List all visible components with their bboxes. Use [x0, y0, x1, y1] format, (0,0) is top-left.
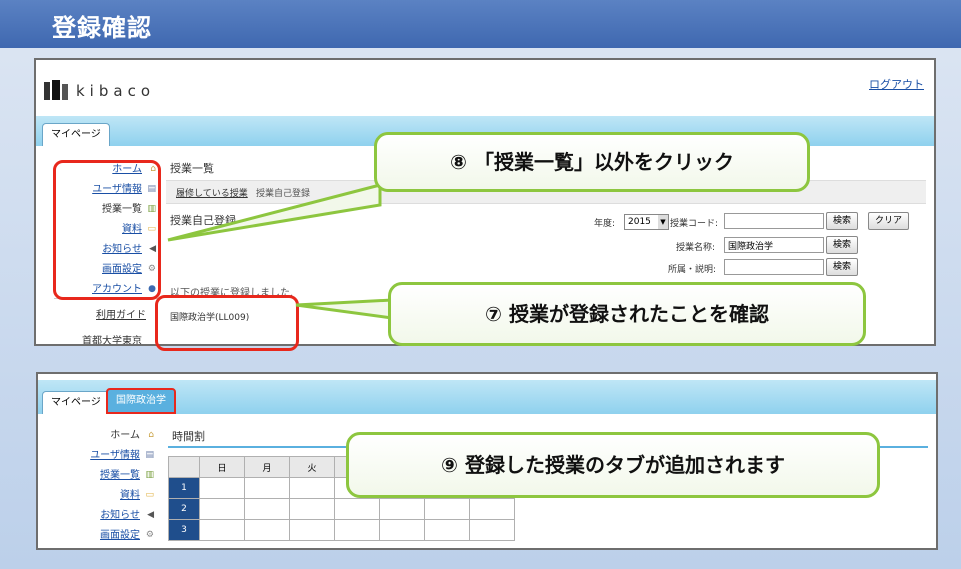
callout-8: ⑧ 「授業一覧」以外をクリック [374, 132, 810, 192]
timetable-cell[interactable] [199, 477, 245, 499]
timetable-cell[interactable] [199, 498, 245, 520]
day-header: 月 [244, 456, 290, 478]
sidebar-item-0[interactable]: ホーム ⌂ [54, 426, 154, 446]
timetable-cell[interactable] [334, 498, 380, 520]
timetable-cell[interactable] [289, 498, 335, 520]
gear-icon: ⚙ [145, 529, 154, 540]
sidebar-item-3[interactable]: 資料 ▭ [54, 486, 154, 506]
timetable-cell[interactable] [289, 519, 335, 541]
day-header: 火 [289, 456, 335, 478]
tab-mypage-2[interactable]: マイページ [42, 391, 110, 414]
tab-bar-2: マイページ 国際政治学 [38, 380, 936, 414]
tab-course[interactable]: 国際政治学 [106, 388, 176, 414]
table-row: 2 [168, 498, 515, 520]
side-nav-2: ホーム ⌂ ユーザ情報 ▤ 授業一覧 ▥ 資料 ▭ お知らせ ◀ 画面設定 ⚙ [54, 426, 154, 546]
timetable-cell[interactable] [334, 519, 380, 541]
callout-9: ⑨ 登録した授業のタブが追加されます [346, 432, 880, 498]
grid-corner [168, 456, 200, 478]
timetable-cell[interactable] [379, 519, 425, 541]
period-label: 2 [168, 498, 200, 520]
home-icon: ⌂ [148, 429, 154, 440]
timetable-cell[interactable] [379, 498, 425, 520]
period-label: 3 [168, 519, 200, 541]
folder-icon: ▭ [145, 489, 154, 500]
sidebar-item-label: 画面設定 [100, 530, 140, 541]
day-header: 日 [199, 456, 245, 478]
callout-7: ⑦ 授業が登録されたことを確認 [388, 282, 866, 346]
timetable-title: 時間割 [172, 430, 205, 443]
megaphone-icon: ◀ [147, 509, 154, 520]
books-icon: ▥ [145, 469, 154, 480]
timetable-cell[interactable] [199, 519, 245, 541]
sidebar-item-4[interactable]: お知らせ ◀ [54, 506, 154, 526]
sidebar-item-2[interactable]: 授業一覧 ▥ [54, 466, 154, 486]
timetable-cell[interactable] [424, 498, 470, 520]
sidebar-item-label: お知らせ [100, 510, 140, 521]
timetable-cell[interactable] [244, 498, 290, 520]
period-label: 1 [168, 477, 200, 499]
timetable-cell[interactable] [469, 519, 515, 541]
sidebar-item-label: 資料 [120, 490, 140, 501]
sidebar-item-label: ユーザ情報 [90, 450, 140, 461]
timetable-cell[interactable] [469, 498, 515, 520]
timetable-cell[interactable] [244, 519, 290, 541]
sidebar-item-label: 授業一覧 [100, 470, 140, 481]
timetable-cell[interactable] [424, 519, 470, 541]
table-row: 3 [168, 519, 515, 541]
sidebar-item-label: ホーム [110, 430, 140, 441]
id-card-icon: ▤ [145, 449, 154, 460]
sidebar-item-5[interactable]: 画面設定 ⚙ [54, 526, 154, 546]
sidebar-item-1[interactable]: ユーザ情報 ▤ [54, 446, 154, 466]
timetable-cell[interactable] [244, 477, 290, 499]
timetable-cell[interactable] [289, 477, 335, 499]
